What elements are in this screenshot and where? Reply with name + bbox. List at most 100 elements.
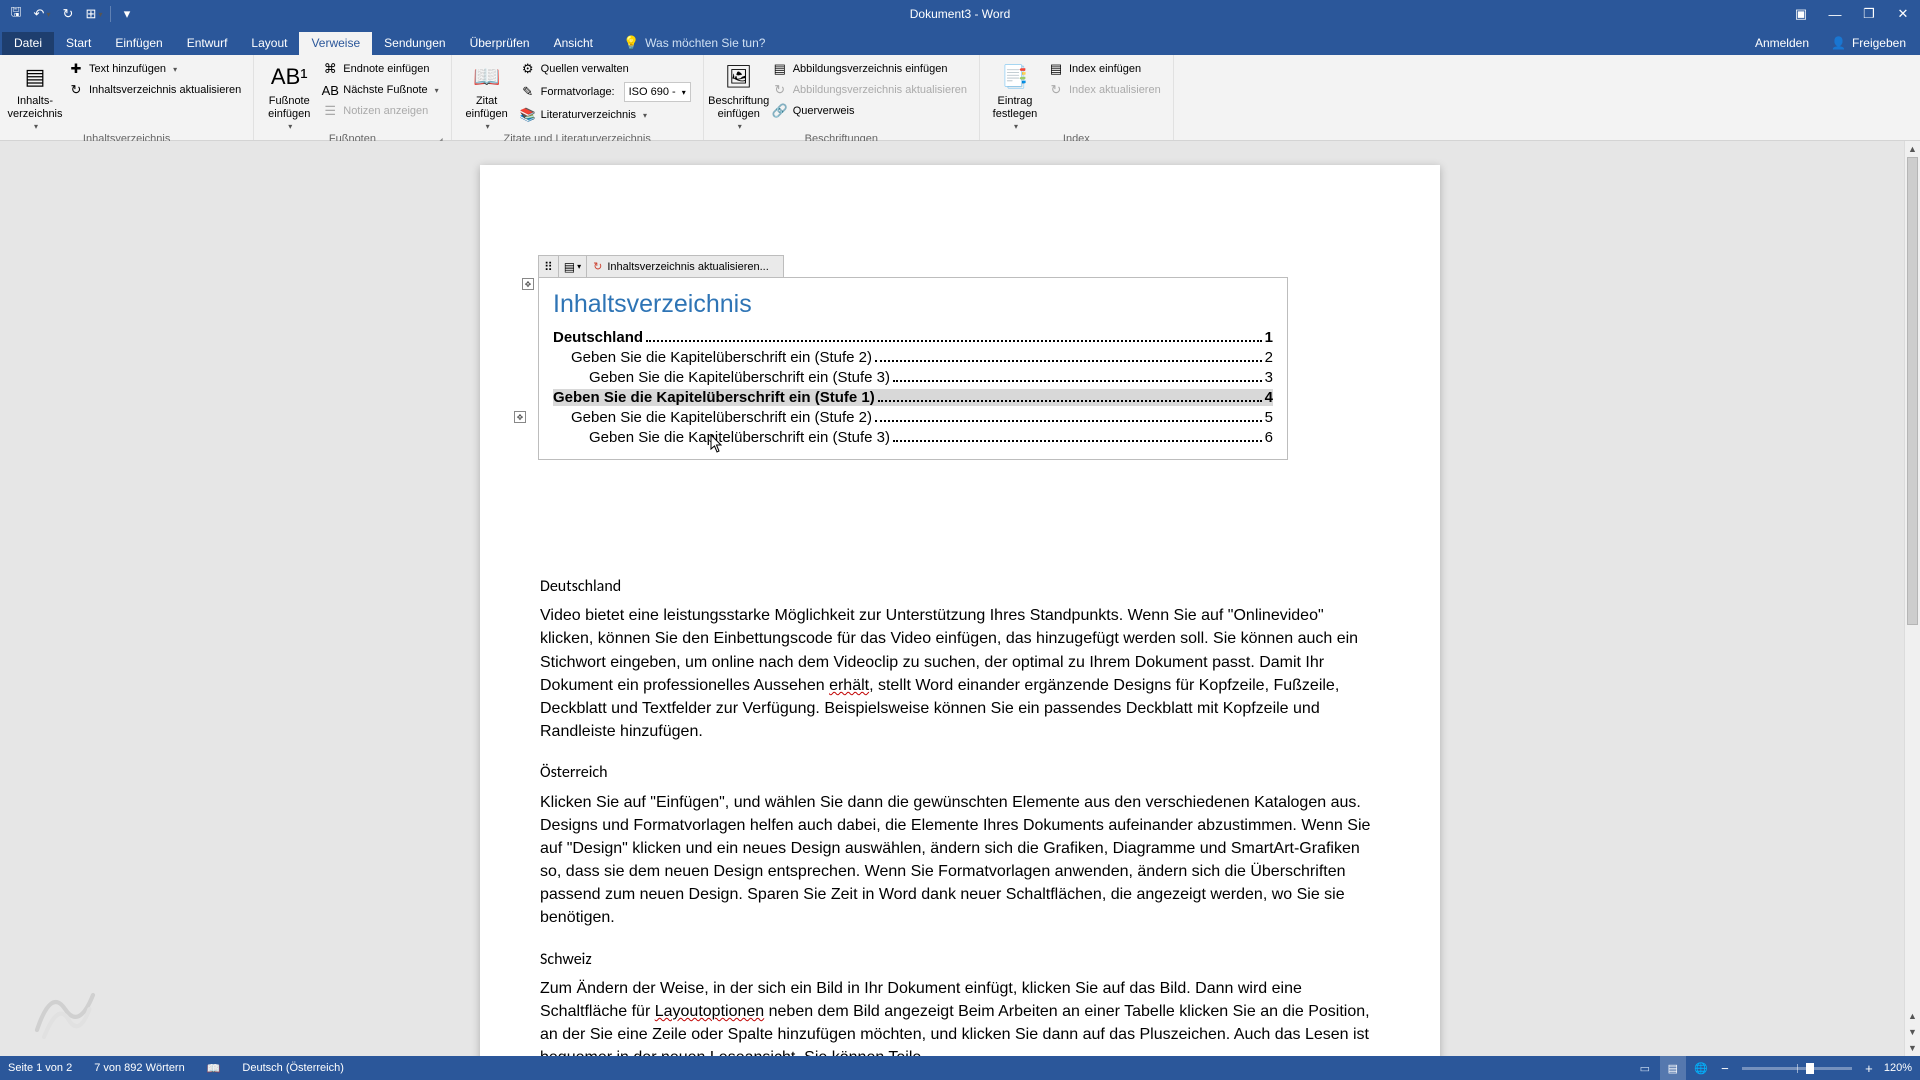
heading-schweiz[interactable]: Schweiz (540, 948, 1380, 971)
ribbon-small-button[interactable]: ABNächste Fußnote▾ (320, 80, 444, 100)
vertical-scrollbar[interactable]: ▲ ▲ ▼ ▼ (1904, 141, 1920, 1056)
view-read-button[interactable]: ▭ (1632, 1056, 1658, 1080)
ribbon-small-button[interactable]: ▤ Abbildungsverzeichnis einfügen (770, 59, 973, 79)
toc-entry[interactable]: Geben Sie die Kapitelüberschrift ein (St… (553, 369, 1273, 386)
ribbon-icon: ▤ (772, 61, 788, 77)
zoom-in-button[interactable]: + (1860, 1061, 1878, 1076)
ribbon-small-label: Text hinzufügen (89, 63, 166, 75)
ribbon-small-button: ↻Abbildungsverzeichnis aktualisieren (770, 80, 973, 100)
ribbon-big-button[interactable]: 📑Eintrag festlegen▾ (986, 57, 1044, 131)
scroll-down-button[interactable]: ▼ (1905, 1040, 1920, 1056)
ribbon-small-button[interactable]: ✚Text hinzufügen▾ (66, 59, 247, 79)
view-print-button[interactable]: ▤ (1660, 1056, 1686, 1080)
ribbon-small-button[interactable]: ▤Index einfügen (1046, 59, 1167, 79)
status-bar: Seite 1 von 2 7 von 892 Wörtern 📖 Deutsc… (0, 1056, 1920, 1080)
ribbon-small-label: Abbildungsverzeichnis einfügen (793, 63, 948, 75)
toc-gallery-button[interactable]: ▤ ▾ (559, 256, 587, 277)
ribbon-small-label: Index aktualisieren (1069, 84, 1161, 96)
zoom-slider[interactable] (1742, 1067, 1852, 1070)
touch-mode-button[interactable]: ⊞▾ (82, 2, 106, 26)
ribbon-big-button[interactable]: 📖Zitat einfügen▾ (458, 57, 516, 131)
ribbon-big-label: Zitat einfügen (466, 95, 508, 120)
ribbon-small-label: Endnote einfügen (343, 63, 429, 75)
paragraph[interactable]: Klicken Sie auf "Einfügen", und wählen S… (540, 791, 1380, 930)
qat-customize-button[interactable]: ▾ (115, 2, 139, 26)
ribbon-icon: 🔗 (772, 103, 788, 119)
chevron-down-icon: ▾ (46, 10, 50, 19)
toc-field[interactable]: ✥ ⠿ ▤ ▾ ↻ Inhaltsverzeichnis aktualisier… (538, 255, 1288, 460)
style-combo[interactable]: ISO 690 -▾ (624, 82, 691, 102)
redo-icon: ↻ (63, 6, 74, 22)
toc-leader-dots (893, 380, 1262, 382)
toc-entry[interactable]: Geben Sie die Kapitelüberschrift ein (St… (553, 409, 1273, 426)
ribbon-small-button[interactable]: ↻Inhaltsverzeichnis aktualisieren (66, 80, 247, 100)
tab-start[interactable]: Start (54, 32, 103, 55)
status-language[interactable]: Deutsch (Österreich) (238, 1056, 347, 1080)
document-body[interactable]: Deutschland Video bietet eine leistungss… (540, 575, 1380, 1056)
tab-ansicht[interactable]: Ansicht (542, 32, 605, 55)
heading-oesterreich[interactable]: Österreich (540, 761, 1380, 784)
ribbon-big-button[interactable]: ▤Inhalts- verzeichnis▾ (6, 57, 64, 131)
scroll-up-button[interactable]: ▲ (1905, 141, 1920, 157)
paragraph[interactable]: Video bietet eine leistungsstarke Möglic… (540, 604, 1380, 743)
ribbon-icon: 🖼 (723, 61, 755, 93)
undo-button[interactable]: ↶▾ (30, 2, 54, 26)
tab-sendungen[interactable]: Sendungen (372, 32, 457, 55)
toc-control-tab: ⠿ ▤ ▾ ↻ Inhaltsverzeichnis aktualisieren… (538, 255, 784, 277)
tab-layout[interactable]: Layout (239, 32, 299, 55)
ribbon-small-button[interactable]: ⚙Quellen verwalten (518, 59, 697, 79)
heading-deutschland[interactable]: Deutschland (540, 575, 1380, 598)
toc-entry-page: 5 (1265, 409, 1273, 426)
ribbon-small-button: ↻Index aktualisieren (1046, 80, 1167, 100)
toc-move-handle[interactable]: ✥ (522, 278, 534, 290)
close-button[interactable]: ✕ (1886, 0, 1920, 28)
toc-entry[interactable]: Geben Sie die Kapitelüberschrift ein (St… (553, 429, 1273, 446)
ribbon-small-button[interactable]: 🔗Querverweis (770, 101, 973, 121)
next-page-button[interactable]: ▼ (1905, 1024, 1920, 1040)
spelling-error[interactable]: Layoutoptionen (655, 1003, 764, 1020)
toc-box[interactable]: Inhaltsverzeichnis Deutschland 1Geben Si… (538, 277, 1288, 460)
toc-update-button[interactable]: ↻ Inhaltsverzeichnis aktualisieren... (587, 260, 783, 273)
toc-handle-button[interactable]: ⠿ (539, 256, 559, 277)
prev-page-button[interactable]: ▲ (1905, 1008, 1920, 1024)
toc-row-handle[interactable]: ✥ (514, 411, 526, 423)
tell-me-search[interactable]: 💡 Was möchten Sie tun? (623, 35, 765, 55)
minimize-button[interactable]: — (1818, 0, 1852, 28)
document-area[interactable]: ✥ ⠿ ▤ ▾ ↻ Inhaltsverzeichnis aktualisier… (0, 141, 1904, 1056)
ribbon-group: AB¹Fußnote einfügen▾⌘Endnote einfügenABN… (254, 55, 451, 140)
paragraph[interactable]: Zum Ändern der Weise, in der sich ein Bi… (540, 977, 1380, 1056)
tab-file[interactable]: Datei (2, 32, 54, 55)
scroll-thumb[interactable] (1907, 157, 1918, 625)
signin-button[interactable]: Anmelden (1745, 33, 1819, 53)
ribbon-small-button[interactable]: ⌘Endnote einfügen (320, 59, 444, 79)
redo-button[interactable]: ↻ (56, 2, 80, 26)
ribbon-small-button[interactable]: 📚Literaturverzeichnis▾ (518, 105, 697, 125)
status-page[interactable]: Seite 1 von 2 (4, 1056, 76, 1080)
save-button[interactable]: 🖫 (4, 2, 28, 26)
status-words[interactable]: 7 von 892 Wörtern (90, 1056, 189, 1080)
tab-verweise[interactable]: Verweise (299, 32, 372, 55)
ribbon-small-button[interactable]: ✎Formatvorlage:ISO 690 -▾ (518, 80, 697, 104)
zoom-out-button[interactable]: − (1716, 1061, 1734, 1076)
toc-entry-text: Geben Sie die Kapitelüberschrift ein (St… (589, 369, 890, 386)
scroll-track[interactable] (1905, 157, 1920, 1008)
spelling-error[interactable]: erhält (829, 677, 869, 694)
toc-leader-dots (878, 400, 1262, 402)
status-proofing[interactable]: 📖 (203, 1056, 225, 1080)
ribbon-big-button[interactable]: 🖼Beschriftung einfügen▾ (710, 57, 768, 131)
zoom-knob[interactable] (1806, 1063, 1814, 1074)
ribbon-display-button[interactable]: ▣ (1784, 0, 1818, 28)
toc-entry[interactable]: Deutschland 1 (553, 329, 1273, 346)
tab-entwurf[interactable]: Entwurf (175, 32, 240, 55)
toc-entry-text: Deutschland (553, 329, 643, 346)
zoom-level[interactable]: 120% (1880, 1062, 1916, 1074)
restore-button[interactable]: ❐ (1852, 0, 1886, 28)
view-web-button[interactable]: 🌐 (1688, 1056, 1714, 1080)
toc-entry[interactable]: Geben Sie die Kapitelüberschrift ein (St… (553, 349, 1273, 366)
share-button[interactable]: 👤 Freigeben (1821, 33, 1916, 53)
toc-entry[interactable]: Geben Sie die Kapitelüberschrift ein (St… (553, 389, 1273, 406)
ribbon-group: 📑Eintrag festlegen▾▤Index einfügen↻Index… (980, 55, 1174, 140)
tab-überprüfen[interactable]: Überprüfen (458, 32, 542, 55)
tab-einfügen[interactable]: Einfügen (103, 32, 174, 55)
ribbon-big-button[interactable]: AB¹Fußnote einfügen▾ (260, 57, 318, 131)
